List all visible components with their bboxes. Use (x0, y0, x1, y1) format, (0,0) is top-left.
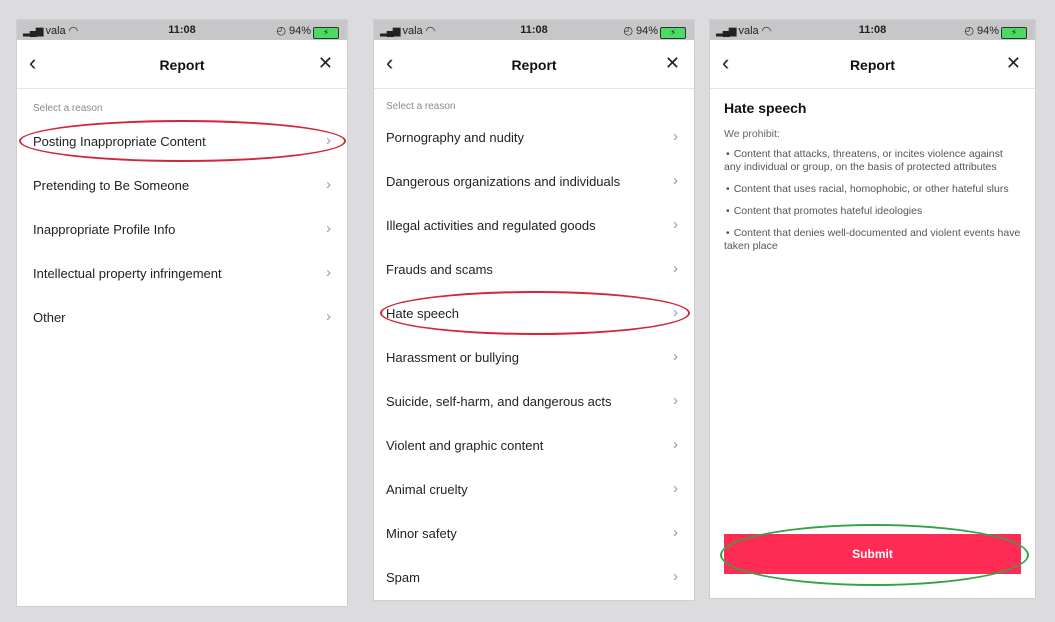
reason-item[interactable]: Spam › (374, 556, 694, 600)
chevron-right-icon: › (673, 480, 678, 497)
divider (710, 88, 1035, 89)
reason-label: Violent and graphic content (386, 438, 544, 453)
chevron-right-icon: › (673, 260, 678, 277)
nav-bar: ‹ Report ✕ (710, 46, 1035, 82)
bullet-text: Content that denies well-documented and … (724, 227, 1021, 252)
battery-icon: ⚡ (1001, 27, 1027, 39)
battery: ◴ 94% ⚡ (964, 24, 1027, 39)
divider (374, 88, 694, 89)
status-bar: ▂▄▆ vala ◠ 11:08 ◴ 94% ⚡ (17, 20, 347, 40)
report-screen-detail: ▂▄▆ vala ◠ 11:08 ◴ 94% ⚡ ‹ Report ✕ Hate sp… (710, 20, 1035, 598)
reason-item[interactable]: Posting Inappropriate Content › (17, 120, 347, 164)
bullet-icon: • (726, 148, 730, 160)
list-item: • Content that attacks, threatens, or inc… (724, 148, 1021, 174)
chevron-right-icon: › (673, 216, 678, 233)
page-title: Report (159, 57, 205, 73)
reason-label: Animal cruelty (386, 482, 468, 497)
reason-label: Dangerous organizations and individuals (386, 174, 621, 189)
bullet-icon: • (726, 205, 730, 217)
reason-label: Pretending to Be Someone (33, 178, 190, 193)
reason-item[interactable]: Violent and graphic content › (374, 424, 694, 468)
reason-label: Harassment or bullying (386, 350, 519, 365)
close-icon[interactable]: ✕ (318, 53, 333, 74)
reason-item[interactable]: Animal cruelty › (374, 468, 694, 512)
chevron-right-icon: › (673, 436, 678, 453)
reason-item[interactable]: Intellectual property infringement › (17, 252, 347, 296)
chevron-right-icon: › (326, 132, 331, 149)
reason-label: Pornography and nudity (386, 130, 525, 145)
page-title: Report (849, 57, 896, 73)
alarm-icon: ◴ (964, 25, 977, 37)
bullet-text: Content that promotes hateful ideologies (733, 205, 923, 217)
detail-intro: We prohibit: (724, 128, 780, 140)
chevron-right-icon: › (673, 304, 678, 321)
reason-item[interactable]: Pretending to Be Someone › (17, 164, 347, 208)
reason-label: Suicide, self-harm, and dangerous acts (386, 394, 612, 409)
reason-item[interactable]: Dangerous organizations and individuals › (374, 160, 694, 204)
reason-label: Illegal activities and regulated goods (386, 218, 596, 233)
select-reason-hint: Select a reason (386, 101, 456, 112)
battery-icon: ⚡ (313, 27, 339, 39)
report-screen-reasons-long: ▂▄▆ vala ◠ 11:08 ◴ 94% ⚡ ‹ Report ✕ Select … (374, 20, 694, 600)
chevron-right-icon: › (326, 220, 331, 237)
bullet-text: Content that uses racial, homophobic, or… (733, 183, 1009, 195)
chevron-right-icon: › (326, 308, 331, 325)
alarm-icon: ◴ (623, 25, 636, 37)
status-bar: ▂▄▆ vala ◠ 11:08 ◴ 94% ⚡ (710, 20, 1035, 40)
bullet-icon: • (726, 183, 730, 195)
list-item: • Content that promotes hateful ideologie… (724, 205, 1021, 218)
reason-label: Minor safety (386, 526, 457, 541)
reason-item[interactable]: Illegal activities and regulated goods › (374, 204, 694, 248)
reason-item[interactable]: Inappropriate Profile Info › (17, 208, 347, 252)
bullet-text: Content that attacks, threatens, or inci… (724, 148, 1003, 173)
reason-item[interactable]: Minor safety › (374, 512, 694, 556)
submit-button[interactable]: Submit (724, 534, 1021, 574)
reason-label: Other (33, 310, 66, 325)
reason-label: Spam (386, 570, 420, 585)
reason-item[interactable]: Harassment or bullying › (374, 336, 694, 380)
detail-title: Hate speech (724, 100, 807, 116)
reason-label: Hate speech (386, 306, 459, 321)
chevron-right-icon: › (326, 176, 331, 193)
battery-percent: 94% (976, 25, 999, 37)
reason-label: Inappropriate Profile Info (33, 222, 176, 237)
status-bar: ▂▄▆ vala ◠ 11:08 ◴ 94% ⚡ (374, 20, 694, 40)
chevron-right-icon: › (673, 568, 678, 585)
reason-label: Posting Inappropriate Content (33, 134, 206, 149)
nav-bar: ‹ Report ✕ (374, 46, 694, 82)
reason-item[interactable]: Hate speech › (374, 292, 694, 336)
alarm-icon: ◴ (276, 25, 289, 37)
list-item: • Content that denies well-documented and… (724, 227, 1021, 253)
battery: ◴ 94% ⚡ (276, 24, 339, 39)
battery: ◴ 94% ⚡ (623, 24, 686, 39)
reason-item[interactable]: Frauds and scams › (374, 248, 694, 292)
chevron-right-icon: › (673, 392, 678, 409)
list-item: • Content that uses racial, homophobic, o… (724, 183, 1021, 196)
prohibited-list: • Content that attacks, threatens, or inc… (724, 148, 1021, 262)
chevron-right-icon: › (673, 172, 678, 189)
reason-list: Pornography and nudity › Dangerous organi… (374, 116, 694, 600)
battery-percent: 94% (288, 25, 311, 37)
reason-label: Intellectual property infringement (33, 266, 222, 281)
chevron-right-icon: › (673, 128, 678, 145)
reason-item[interactable]: Suicide, self-harm, and dangerous acts › (374, 380, 694, 424)
chevron-right-icon: › (673, 348, 678, 365)
page-title: Report (511, 57, 557, 73)
battery-icon: ⚡ (660, 27, 686, 39)
reason-label: Frauds and scams (386, 262, 493, 277)
reason-item[interactable]: Pornography and nudity › (374, 116, 694, 160)
nav-bar: ‹ Report ✕ (17, 46, 347, 82)
chevron-right-icon: › (673, 524, 678, 541)
bullet-icon: • (726, 227, 730, 239)
battery-percent: 94% (635, 25, 658, 37)
reason-item[interactable]: Other › (17, 296, 347, 340)
select-reason-hint: Select a reason (33, 103, 103, 114)
report-screen-reasons-short: ▂▄▆ vala ◠ 11:08 ◴ 94% ⚡ ‹ Report ✕ Select … (17, 20, 347, 606)
divider (17, 88, 347, 89)
close-icon[interactable]: ✕ (1006, 53, 1021, 74)
chevron-right-icon: › (326, 264, 331, 281)
reason-list: Posting Inappropriate Content › Pretendin… (17, 120, 347, 340)
close-icon[interactable]: ✕ (665, 53, 680, 74)
